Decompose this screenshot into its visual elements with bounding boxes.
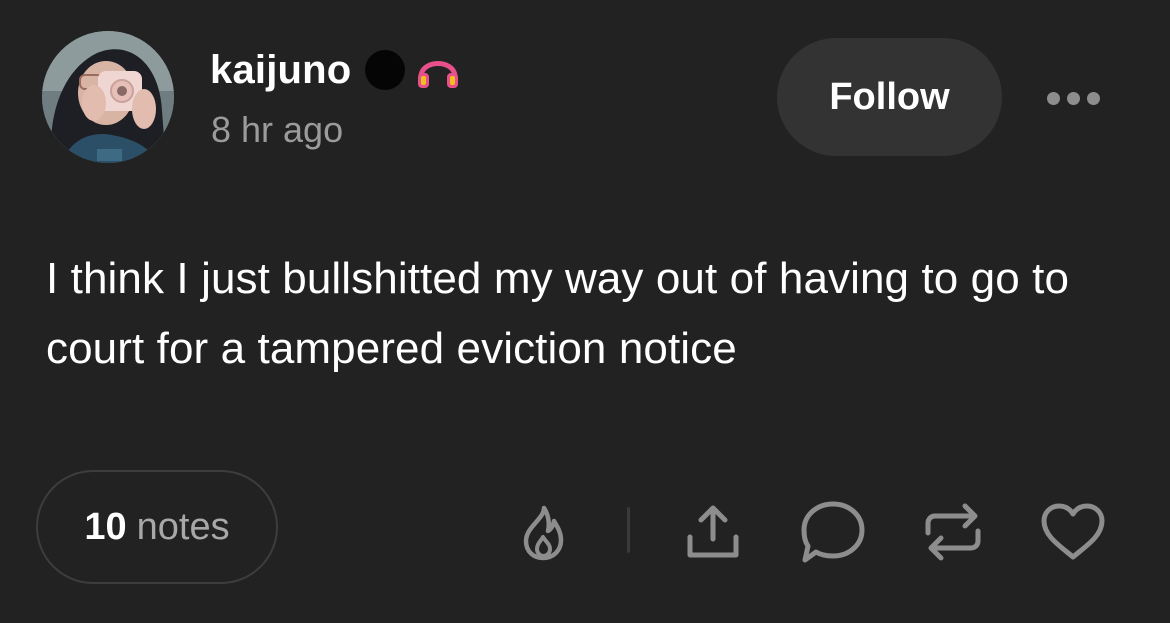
black-dot-badge xyxy=(365,50,406,90)
post-timestamp: 8 hr ago xyxy=(211,109,344,150)
username[interactable]: kaijuno xyxy=(210,50,351,90)
reblog-button[interactable] xyxy=(918,497,988,567)
headphones-icon xyxy=(415,47,461,93)
like-button[interactable] xyxy=(1038,497,1108,567)
more-dots-icon xyxy=(1046,91,1060,105)
share-icon xyxy=(687,505,739,558)
more-dot xyxy=(1086,91,1100,105)
blaze-button[interactable] xyxy=(508,497,578,567)
share-button[interactable] xyxy=(678,497,748,567)
post-card: kaijuno 8 hr ago Follow I think I just b… xyxy=(0,0,1170,623)
notes-button[interactable]: 10 notes xyxy=(36,470,278,584)
heart-icon xyxy=(1041,503,1105,560)
flame-icon xyxy=(523,505,564,561)
notes-count: 10 xyxy=(84,505,127,548)
more-dot xyxy=(1066,91,1080,105)
notes-label: notes xyxy=(136,505,230,548)
comment-icon xyxy=(801,501,865,563)
more-options-button[interactable] xyxy=(1040,80,1106,116)
actions-divider xyxy=(627,507,630,553)
post-text: I think I just bullshitted my way out of… xyxy=(46,254,1070,373)
avatar[interactable] xyxy=(42,31,174,163)
comment-button[interactable] xyxy=(798,497,868,567)
follow-button[interactable]: Follow xyxy=(777,38,1002,156)
avatar-photo xyxy=(42,31,174,163)
author-row: kaijuno xyxy=(210,44,461,96)
reblog-icon xyxy=(925,503,981,561)
